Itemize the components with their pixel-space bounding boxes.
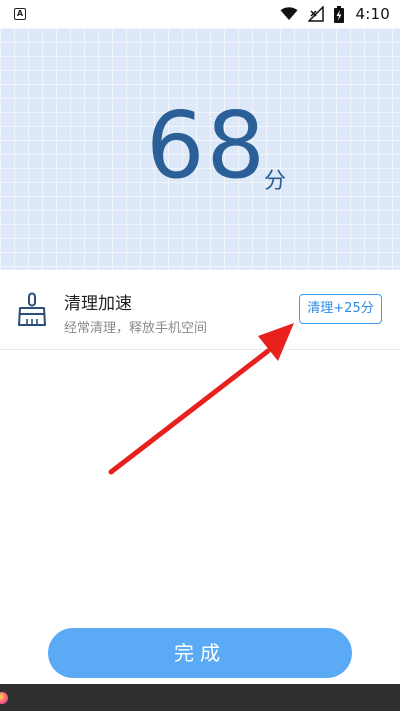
clean-title: 清理加速 (64, 294, 132, 314)
score-value: 68 (146, 92, 268, 199)
broom-icon (18, 292, 46, 326)
floating-app-icon[interactable] (0, 692, 8, 704)
status-icons: 4:10 (280, 4, 390, 24)
signal-off-icon (307, 6, 324, 22)
app-notification-icon: A (14, 8, 26, 20)
wifi-icon (280, 7, 298, 20)
clean-subtitle: 经常清理，释放手机空间 (64, 321, 208, 336)
score-unit: 分 (264, 169, 287, 194)
status-time: 4:10 (355, 5, 390, 23)
score-display: 68 分 (0, 28, 400, 270)
bottom-bar (0, 684, 400, 711)
score-panel: 68 分 (0, 28, 400, 270)
done-button[interactable]: 完成 (48, 628, 352, 678)
status-bar: A 4:10 (0, 0, 400, 28)
clean-button[interactable]: 清理+25分 (299, 294, 382, 324)
battery-charging-icon (333, 5, 344, 23)
clean-speedup-row: 清理加速 经常清理，释放手机空间 清理+25分 (0, 270, 400, 350)
